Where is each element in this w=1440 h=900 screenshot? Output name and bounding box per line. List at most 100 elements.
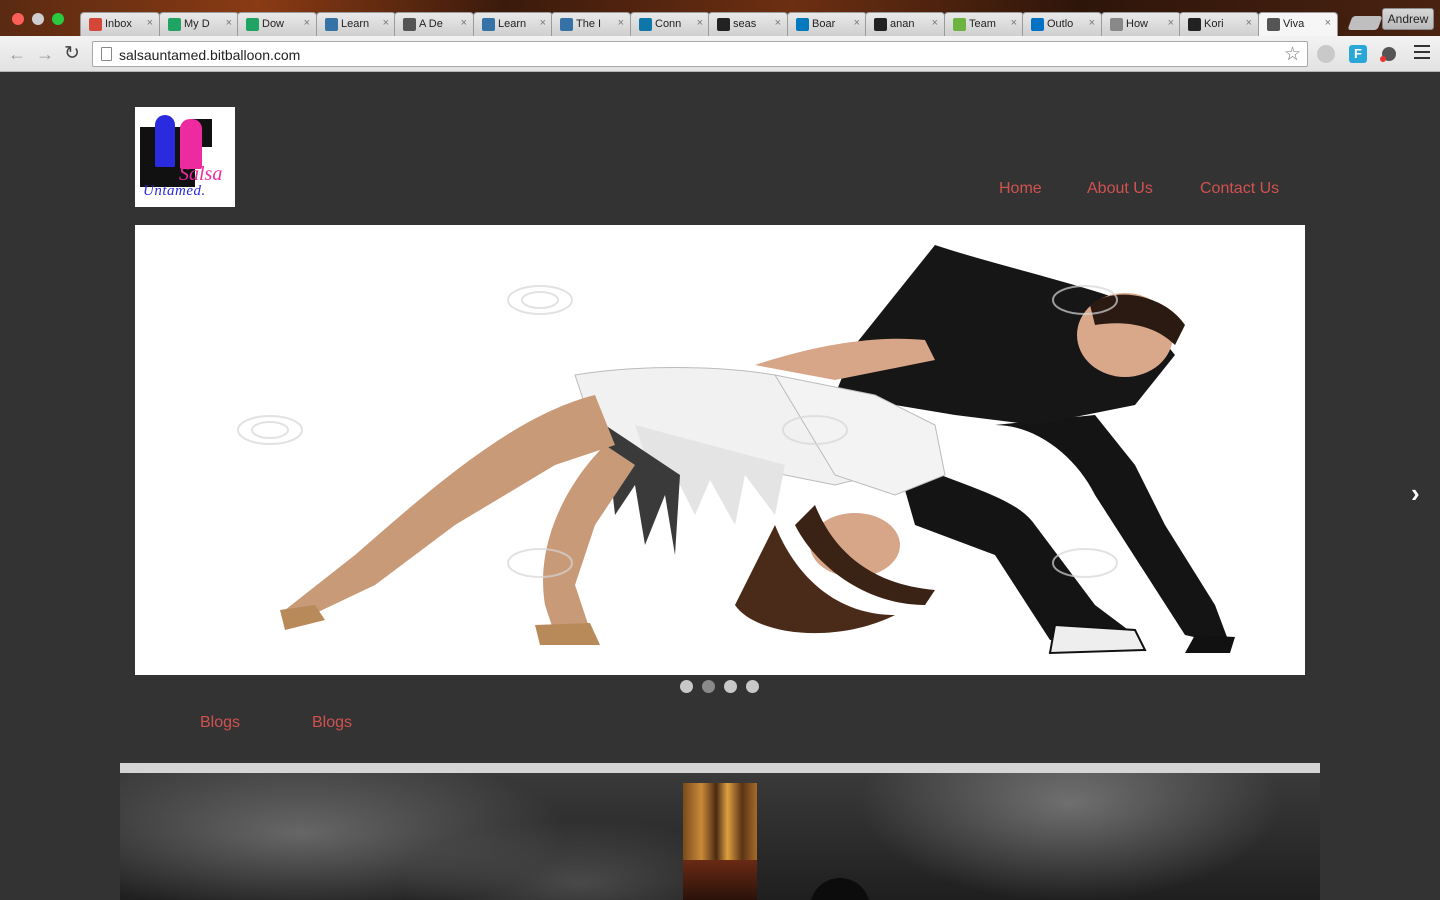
tab-close-icon[interactable]: × [1089,17,1095,29]
tab-title: The I [576,18,602,30]
banner-inset-photo [683,783,757,900]
tab-close-icon[interactable]: × [461,17,467,29]
slider-dot[interactable] [724,680,737,693]
trello-icon [796,18,809,31]
nav-contact-link[interactable]: Contact Us [1200,180,1279,198]
extension-badge-icon[interactable] [1380,45,1398,63]
page-icon [101,47,112,61]
browser-tab[interactable]: The I × [551,12,631,36]
tab-title: Team [969,18,996,30]
back-button[interactable]: ← [8,44,26,64]
browser-tab[interactable]: Boar × [787,12,867,36]
nav-home-link[interactable]: Home [999,180,1042,198]
browser-tab[interactable]: anan × [865,12,945,36]
window-zoom-button[interactable] [52,13,64,25]
page-icon [403,18,416,31]
blog-links: Blogs Blogs [0,714,1440,736]
browser-tab[interactable]: Team × [944,12,1024,36]
tab-title: Kori [1204,18,1224,30]
tab-close-icon[interactable]: × [226,17,232,29]
banner-silhouette [810,878,870,900]
browser-tab[interactable]: Viva × [1258,12,1338,36]
smoke-banner-image [120,773,1320,900]
github-icon [717,18,730,31]
forward-button[interactable]: → [36,44,54,64]
page-icon [1267,18,1280,31]
bookmark-star-icon[interactable]: ☆ [1284,43,1301,66]
browser-tab[interactable]: Conn × [630,12,710,36]
slider-next-arrow[interactable]: › [1411,478,1420,508]
feedly-extension-icon[interactable]: F [1349,45,1367,63]
tab-title: seas [733,18,757,30]
new-tab-button[interactable] [1347,16,1383,30]
tab-close-icon[interactable]: × [1325,17,1331,29]
google-drive-icon [246,18,259,31]
browser-tab[interactable]: Learn × [316,12,396,36]
tab-close-icon[interactable]: × [1246,17,1252,29]
tab-close-icon[interactable]: × [1011,17,1017,29]
blog-link[interactable]: Blogs [200,714,240,732]
profile-button[interactable]: Andrew [1382,8,1434,30]
slider-dot[interactable] [702,680,715,693]
browser-tab[interactable]: seas × [708,12,788,36]
chrome-menu-icon[interactable] [1414,45,1430,59]
tab-close-icon[interactable]: × [383,17,389,29]
tab-title: Boar [812,18,836,30]
browser-tab[interactable]: Outlo × [1022,12,1102,36]
python-icon [560,18,573,31]
tab-title: Conn [655,18,682,30]
browser-toolbar: ← → ↻ salsauntamed.bitballoon.com ☆ F [0,36,1440,72]
tab-title: anan [890,18,915,30]
mingle-icon [953,18,966,31]
python-icon [325,18,338,31]
url-text[interactable]: salsauntamed.bitballoon.com [119,47,300,63]
tab-close-icon[interactable]: × [1168,17,1174,29]
tab-close-icon[interactable]: × [854,17,860,29]
tab-close-icon[interactable]: × [932,17,938,29]
outlook-icon [1031,18,1044,31]
browser-tab[interactable]: Kori × [1179,12,1259,36]
logo-pink-dancer [180,119,202,169]
browser-tab[interactable]: Inbox × [80,12,160,36]
nav-about-link[interactable]: About Us [1087,180,1153,198]
browser-tab-strip: Inbox × My D × Dow × Learn × A De × Learn × The I × Co… [0,0,1440,36]
google-drive-icon [168,18,181,31]
tab-title: Dow [262,18,285,30]
blog-link[interactable]: Blogs [312,714,352,732]
browser-tab[interactable]: A De × [394,12,474,36]
section-divider [120,763,1320,773]
logo-blue-dancer [155,115,175,167]
linkedin-icon [639,18,652,31]
tab-close-icon[interactable]: × [147,17,153,29]
tab-close-icon[interactable]: × [540,17,546,29]
tab-title: Inbox [105,18,132,30]
tab-close-icon[interactable]: × [697,17,703,29]
apple-icon [1110,18,1123,31]
main-nav: Home About Us Contact Us [0,180,1440,202]
tab-title: My D [184,18,210,30]
tab-title: Outlo [1047,18,1074,30]
browser-tab[interactable]: How × [1101,12,1181,36]
browser-tab[interactable]: Learn × [473,12,553,36]
tab-close-icon[interactable]: × [618,17,624,29]
slider-dot[interactable] [680,680,693,693]
github-icon [1188,18,1201,31]
tab-title: Learn [341,18,370,30]
slider-dot[interactable] [746,680,759,693]
tab-title: How [1126,18,1149,30]
tab-title: A De [419,18,443,30]
window-close-button[interactable] [12,13,24,25]
hero-slider [135,225,1305,675]
gmail-icon [89,18,102,31]
tab-title: Learn [498,18,527,30]
address-bar[interactable]: salsauntamed.bitballoon.com ☆ [92,41,1308,67]
github-icon [874,18,887,31]
tab-close-icon[interactable]: × [304,17,310,29]
extension-circle-icon[interactable] [1317,45,1335,63]
tab-title: Viva [1283,18,1305,30]
window-minimize-button[interactable] [32,13,44,25]
browser-tab[interactable]: My D × [159,12,239,36]
tab-close-icon[interactable]: × [775,17,781,29]
reload-button[interactable]: ↻ [64,44,80,64]
browser-tab[interactable]: Dow × [237,12,317,36]
